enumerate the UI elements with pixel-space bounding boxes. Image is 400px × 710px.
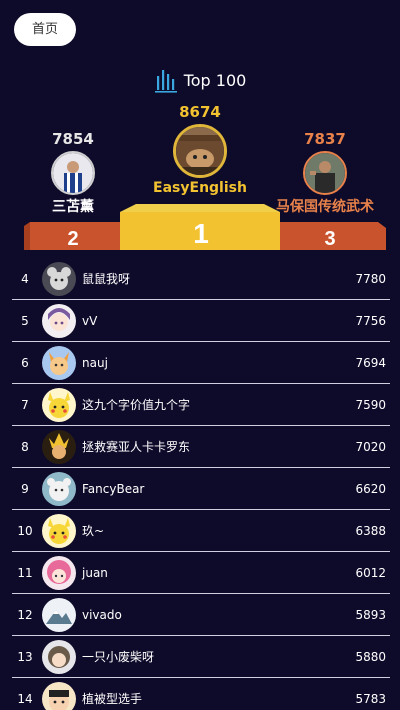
cartoon-boy-avatar [42, 682, 76, 710]
martial-artist-avatar [303, 151, 347, 195]
ranking-row[interactable]: 12 vivado 5893 [0, 594, 400, 636]
player-name: vivado [82, 608, 122, 622]
player-name: 一只小废柴呀 [82, 650, 155, 664]
rank-number: 13 [17, 650, 33, 664]
player-score: 6012 [355, 566, 386, 580]
fox-avatar [42, 346, 76, 380]
player-score: 7020 [355, 440, 386, 454]
player-name: nauj [82, 356, 108, 370]
podium-label-3: 3 [324, 228, 335, 250]
cat-avatar [173, 124, 227, 178]
player-score: 5880 [355, 650, 386, 664]
first-score: 8674 [179, 103, 221, 121]
rank-number: 12 [17, 608, 33, 622]
rank-number: 8 [21, 440, 29, 454]
ranking-row[interactable]: 5 vV 7756 [0, 300, 400, 342]
mouse-avatar [42, 262, 76, 296]
player-name: juan [82, 566, 108, 580]
second-name: 三苫薰 [52, 199, 94, 215]
player-score: 5893 [355, 608, 386, 622]
player-name: vV [82, 314, 98, 328]
player-score: 7756 [355, 314, 386, 328]
second-score: 7854 [52, 130, 94, 148]
mountain-avatar [42, 598, 76, 632]
rank-number: 10 [17, 524, 33, 538]
ranking-row[interactable]: 4 鼠鼠我呀 7780 [0, 258, 400, 300]
rank-number: 7 [21, 398, 29, 412]
player-name: 玖~ [82, 524, 105, 538]
player-score: 7780 [355, 272, 386, 286]
podium-label-1: 1 [193, 218, 209, 249]
rank-number: 5 [21, 314, 29, 328]
player-score: 5783 [355, 692, 386, 706]
ranking-row[interactable]: 10 玖~ 6388 [0, 510, 400, 552]
rank-number: 4 [21, 272, 29, 286]
third-score: 7837 [304, 130, 346, 148]
ranking-row[interactable]: 6 nauj 7694 [0, 342, 400, 384]
third-name: 马保国传统武术 [276, 199, 374, 215]
pikachu-avatar [42, 388, 76, 422]
rank-number: 11 [17, 566, 33, 580]
ranking-row[interactable]: 8 拯救赛亚人卡卡罗东 7020 [0, 426, 400, 468]
pikachu-avatar [42, 514, 76, 548]
first-place[interactable]: 8674 EasyEnglish [140, 103, 260, 196]
ranking-row[interactable]: 9 FancyBear 6620 [0, 468, 400, 510]
player-score: 6388 [355, 524, 386, 538]
soccer-player-avatar [51, 151, 95, 195]
ranking-row[interactable]: 7 这九个字价值九个字 7590 [0, 384, 400, 426]
ranking-list: 4 鼠鼠我呀 7780 5 vV 7756 6 nauj 7694 7 这九个字价值九个字 7590 8… [0, 258, 400, 710]
player-name: 鼠鼠我呀 [82, 272, 131, 286]
ranking-row[interactable]: 11 juan 6012 [0, 552, 400, 594]
player-score: 6620 [355, 482, 386, 496]
pink-hair-avatar [42, 556, 76, 590]
player-name: 拯救赛亚人卡卡罗东 [82, 440, 191, 454]
player-name: 植被型选手 [82, 692, 143, 706]
second-place[interactable]: 7854 三苫薰 [38, 130, 108, 216]
rank-number: 14 [17, 692, 33, 706]
player-score: 7590 [355, 398, 386, 412]
anime-girl-avatar [42, 304, 76, 338]
rank-number: 9 [21, 482, 29, 496]
bear-avatar [42, 472, 76, 506]
ranking-row[interactable]: 13 一只小废柴呀 5880 [0, 636, 400, 678]
ranking-row[interactable]: 14 植被型选手 5783 [0, 678, 400, 710]
player-score: 7694 [355, 356, 386, 370]
rank-number: 6 [21, 356, 29, 370]
saiyan-avatar [42, 430, 76, 464]
player-name: 这九个字价值九个字 [82, 398, 191, 412]
player-name: FancyBear [82, 482, 145, 496]
girl-avatar [42, 640, 76, 674]
podium-label-2: 2 [67, 228, 78, 250]
first-name: EasyEnglish [153, 180, 247, 196]
third-place[interactable]: 7837 马保国传统武术 [265, 130, 385, 216]
